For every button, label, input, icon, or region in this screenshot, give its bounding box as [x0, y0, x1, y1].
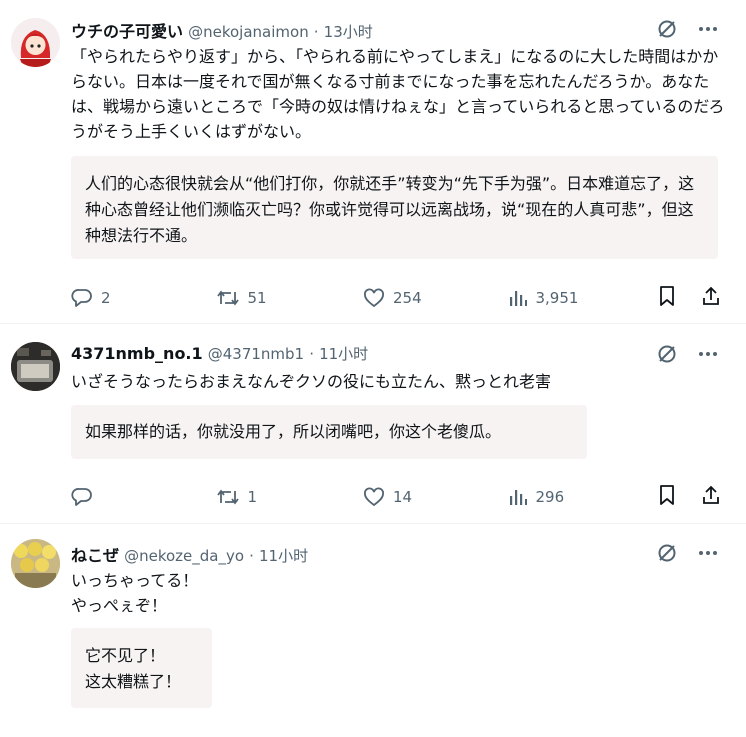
views-count: 296 — [535, 488, 565, 506]
like-icon — [363, 486, 385, 508]
more-icon[interactable] — [698, 344, 718, 364]
retweet-count: 51 — [247, 289, 267, 307]
tweet-header-icons — [656, 18, 718, 40]
tweet[interactable]: ねこぜ @nekoze_da_yo · 11小时 いっちゃってる！ やっぺぇぞ！… — [0, 525, 746, 737]
separator-dot: · — [313, 23, 319, 41]
reply-icon — [71, 287, 93, 309]
like-button[interactable]: 254 — [363, 287, 508, 309]
avatar[interactable] — [11, 18, 60, 67]
retweet-button[interactable]: 1 — [216, 486, 364, 508]
translation-line: 这太糟糕了！ — [85, 672, 182, 691]
tweet-actions-right — [657, 285, 721, 311]
tweet-text: いざそうなったらおまえなんぞクソの役にも立たん、黙っとれ老害 — [71, 372, 552, 391]
avatar[interactable] — [11, 539, 60, 588]
user-handle[interactable]: @nekoze_da_yo — [124, 547, 244, 565]
tweet-actions: 1 14 296 — [71, 485, 721, 509]
translation-box: 它不见了！ 这太糟糕了！ — [71, 628, 212, 708]
translation-box: 如果那样的话，你就没用了，所以闭嘴吧，你这个老傻瓜。 — [71, 405, 587, 459]
user-handle[interactable]: @nekojanaimon — [188, 23, 309, 41]
views-count: 3,951 — [535, 289, 579, 307]
tweet-header-icons — [656, 542, 718, 564]
display-name[interactable]: ウチの子可愛い — [71, 22, 183, 41]
bookmark-icon[interactable] — [657, 285, 677, 311]
tweet-text: いっちゃってる！ やっぺぇぞ！ — [71, 568, 726, 618]
tweet-actions: 2 51 254 3,951 — [71, 286, 721, 310]
tweet[interactable]: 4371nmb_no.1 @4371nmb1 · 11小时 いざそうなったらおま… — [0, 325, 746, 524]
like-button[interactable]: 14 — [363, 486, 508, 508]
tweet-header: ねこぜ @nekoze_da_yo · 11小时 — [71, 542, 308, 565]
reply-icon — [71, 486, 93, 508]
grok-icon[interactable] — [656, 542, 678, 564]
grok-icon[interactable] — [656, 343, 678, 365]
views-icon — [508, 288, 528, 308]
views-button[interactable]: 296 — [508, 487, 657, 507]
share-icon[interactable] — [701, 285, 721, 311]
tweet[interactable]: ウチの子可愛い @nekojanaimon · 13小时 「やられたらやり返す」… — [0, 0, 746, 324]
reply-button[interactable] — [71, 486, 216, 508]
separator-dot: · — [309, 345, 314, 363]
tweet-header: 4371nmb_no.1 @4371nmb1 · 11小时 — [71, 343, 368, 365]
views-icon — [508, 487, 528, 507]
tweet-text: 「やられたらやり返す」から、「やられる前にやってしまえ」になるのに大した時間はか… — [71, 47, 725, 141]
separator-dot: · — [249, 547, 254, 565]
tweet-text-line: いっちゃってる！ — [71, 571, 199, 590]
timestamp[interactable]: 11小时 — [319, 345, 368, 363]
like-count: 14 — [393, 488, 413, 506]
translation-box: 人们的心态很快就会从“他们打你，你就还手”转变为“先下手为强”。日本难道忘了，这… — [71, 156, 718, 259]
grok-icon[interactable] — [656, 18, 678, 40]
timestamp[interactable]: 13小时 — [324, 23, 373, 41]
tweet-actions-right — [657, 484, 721, 510]
retweet-icon — [216, 486, 240, 508]
reply-button[interactable]: 2 — [71, 287, 216, 309]
display-name[interactable]: ねこぜ — [71, 546, 119, 565]
share-icon[interactable] — [701, 484, 721, 510]
retweet-count: 1 — [247, 488, 258, 506]
more-icon[interactable] — [698, 19, 718, 39]
timestamp[interactable]: 11小时 — [259, 547, 308, 565]
avatar[interactable] — [11, 342, 60, 391]
retweet-icon — [216, 287, 240, 309]
more-icon[interactable] — [698, 543, 718, 563]
views-button[interactable]: 3,951 — [508, 288, 657, 308]
tweet-text-line: やっぺぇぞ！ — [71, 596, 168, 615]
tweet-header-icons — [656, 343, 718, 365]
user-handle[interactable]: @4371nmb1 — [208, 345, 304, 363]
tweet-header: ウチの子可愛い @nekojanaimon · 13小时 — [71, 18, 373, 41]
like-icon — [363, 287, 385, 309]
display-name[interactable]: 4371nmb_no.1 — [71, 344, 203, 363]
retweet-button[interactable]: 51 — [216, 287, 364, 309]
translation-line: 它不见了！ — [85, 646, 166, 665]
like-count: 254 — [393, 289, 422, 307]
reply-count: 2 — [101, 289, 111, 307]
bookmark-icon[interactable] — [657, 484, 677, 510]
